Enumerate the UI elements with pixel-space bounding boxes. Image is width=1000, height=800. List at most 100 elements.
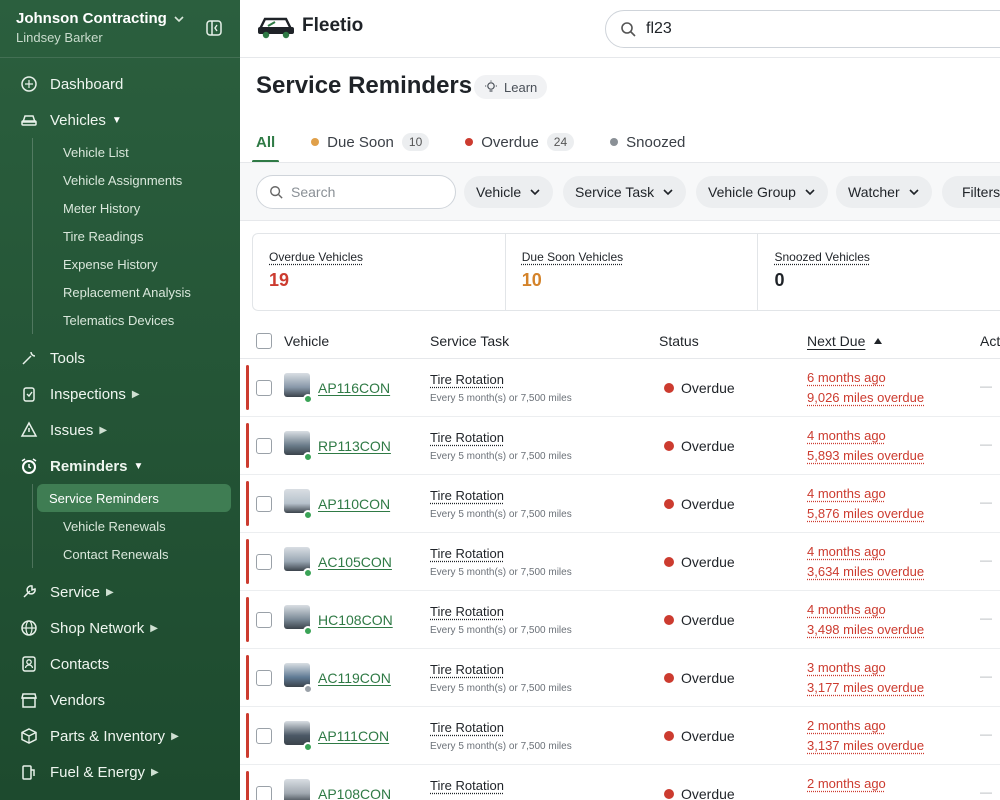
service-task-link[interactable]: Tire Rotation (430, 604, 504, 619)
next-due-miles[interactable]: 3,177 miles overdue (807, 680, 924, 695)
sidebar-item-tools[interactable]: Tools (0, 340, 240, 376)
next-due-miles[interactable]: 5,876 miles overdue (807, 506, 924, 521)
next-due-time[interactable]: 2 months ago (807, 776, 886, 791)
stat-snoozed-vehicles[interactable]: Snoozed Vehicles 0 (758, 234, 1000, 310)
row-actions[interactable]: — (980, 727, 992, 741)
service-task-filter-button[interactable]: Service Task (563, 176, 687, 208)
table-row[interactable]: AC105CON Tire Rotation Every 5 month(s) or… (240, 533, 1000, 591)
vehicle-link[interactable]: AC105CON (318, 554, 392, 570)
logo[interactable]: Fleetio (256, 13, 363, 39)
stat-due-soon-vehicles[interactable]: Due Soon Vehicles 10 (506, 234, 759, 310)
sidebar-subitem-tire-readings[interactable]: Tire Readings (45, 222, 240, 250)
service-task-link[interactable]: Tire Rotation (430, 372, 504, 387)
tab-due-soon[interactable]: Due Soon 10 (311, 122, 430, 162)
sidebar-subitem-vehicle-list[interactable]: Vehicle List (45, 138, 240, 166)
sidebar-subitem-service-reminders[interactable]: Service Reminders (37, 484, 231, 512)
row-actions[interactable]: — (980, 611, 992, 625)
sidebar-item-reminders[interactable]: Reminders ▼ (0, 448, 240, 484)
row-actions[interactable]: — (980, 495, 992, 509)
table-row[interactable]: RP113CON Tire Rotation Every 5 month(s) or… (240, 417, 1000, 475)
service-task-link[interactable]: Tire Rotation (430, 546, 504, 561)
sidebar-subitem-expense-history[interactable]: Expense History (45, 250, 240, 278)
row-actions[interactable]: — (980, 785, 992, 799)
learn-button[interactable]: Learn (474, 75, 548, 99)
next-due-time[interactable]: 4 months ago (807, 486, 886, 501)
tab-overdue[interactable]: Overdue 24 (465, 122, 575, 162)
sidebar-item-vehicles[interactable]: Vehicles ▼ (0, 102, 240, 138)
global-search-input[interactable]: fl23 (605, 10, 1000, 48)
column-next-due[interactable]: Next Due (807, 333, 883, 349)
sidebar-subitem-contact-renewals[interactable]: Contact Renewals (45, 540, 240, 568)
next-due-time[interactable]: 2 months ago (807, 718, 886, 733)
next-due-miles[interactable]: 3,634 miles overdue (807, 564, 924, 579)
table-row[interactable]: HC108CON Tire Rotation Every 5 month(s) or… (240, 591, 1000, 649)
table-row[interactable]: AP111CON Tire Rotation Every 5 month(s) or… (240, 707, 1000, 765)
sidebar-item-shop-network[interactable]: Shop Network ▶ (0, 610, 240, 646)
row-checkbox[interactable] (256, 438, 272, 454)
next-due-miles[interactable]: 3,498 miles overdue (807, 622, 924, 637)
collapse-sidebar-icon[interactable] (206, 20, 222, 36)
watcher-filter-button[interactable]: Watcher (836, 176, 932, 208)
vehicle-link[interactable]: AP110CON (318, 496, 390, 512)
vehicle-filter-button[interactable]: Vehicle (464, 176, 554, 208)
vehicle-link[interactable]: HC108CON (318, 612, 393, 628)
next-due-time[interactable]: 6 months ago (807, 370, 886, 385)
sidebar-item-dashboard[interactable]: Dashboard (0, 66, 240, 102)
column-vehicle[interactable]: Vehicle (284, 333, 329, 349)
next-due-time[interactable]: 3 months ago (807, 660, 886, 675)
service-task-link[interactable]: Tire Rotation (430, 430, 504, 445)
sidebar-subitem-replacement-analysis[interactable]: Replacement Analysis (45, 278, 240, 306)
sidebar-item-issues[interactable]: Issues ▶ (0, 412, 240, 448)
vehicle-group-filter-button[interactable]: Vehicle Group (696, 176, 828, 208)
row-actions[interactable]: — (980, 669, 992, 683)
select-all-checkbox[interactable] (256, 333, 272, 349)
next-due-miles[interactable]: 3,137 miles overdue (807, 738, 924, 753)
row-actions[interactable]: — (980, 553, 992, 567)
sidebar-subitem-meter-history[interactable]: Meter History (45, 194, 240, 222)
sidebar-item-service[interactable]: Service ▶ (0, 574, 240, 610)
table-row[interactable]: AP110CON Tire Rotation Every 5 month(s) or… (240, 475, 1000, 533)
table-search-input[interactable]: Search (256, 175, 456, 209)
table-row[interactable]: AP108CON Tire Rotation Overdue 2 months ago… (240, 765, 1000, 800)
service-task-link[interactable]: Tire Rotation (430, 778, 504, 793)
row-checkbox[interactable] (256, 670, 272, 686)
row-actions[interactable]: — (980, 437, 992, 451)
next-due-miles[interactable]: 5,893 miles overdue (807, 448, 924, 463)
row-checkbox[interactable] (256, 728, 272, 744)
row-checkbox[interactable] (256, 496, 272, 512)
sidebar-subitem-vehicle-assignments[interactable]: Vehicle Assignments (45, 166, 240, 194)
vehicle-link[interactable]: AP116CON (318, 380, 390, 396)
tab-all[interactable]: All (251, 122, 280, 163)
sidebar-item-fuel-and-energy[interactable]: Fuel & Energy ▶ (0, 754, 240, 790)
next-due-miles[interactable]: 9,026 miles overdue (807, 390, 924, 405)
next-due-time[interactable]: 4 months ago (807, 602, 886, 617)
org-switcher[interactable]: Johnson Contracting Lindsey Barker (16, 10, 185, 45)
vehicle-link[interactable]: AP108CON (318, 786, 391, 800)
sidebar-item-vendors[interactable]: Vendors (0, 682, 240, 718)
stat-overdue-vehicles[interactable]: Overdue Vehicles 19 (253, 234, 506, 310)
row-checkbox[interactable] (256, 380, 272, 396)
column-service-task[interactable]: Service Task (430, 333, 509, 349)
row-checkbox[interactable] (256, 612, 272, 628)
row-actions[interactable]: — (980, 379, 992, 393)
vehicle-link[interactable]: AP111CON (318, 728, 389, 744)
sidebar-subitem-vehicle-renewals[interactable]: Vehicle Renewals (45, 512, 240, 540)
sidebar-item-contacts[interactable]: Contacts (0, 646, 240, 682)
vehicle-link[interactable]: AC119CON (318, 670, 391, 686)
row-checkbox[interactable] (256, 554, 272, 570)
sidebar-item-inspections[interactable]: Inspections ▶ (0, 376, 240, 412)
filters-button[interactable]: Filters (942, 176, 1000, 208)
service-task-link[interactable]: Tire Rotation (430, 662, 504, 677)
table-row[interactable]: AC119CON Tire Rotation Every 5 month(s) or… (240, 649, 1000, 707)
row-checkbox[interactable] (256, 786, 272, 800)
next-due-time[interactable]: 4 months ago (807, 428, 886, 443)
service-task-link[interactable]: Tire Rotation (430, 720, 504, 735)
sidebar-subitem-telematics-devices[interactable]: Telematics Devices (45, 306, 240, 334)
table-row[interactable]: AP116CON Tire Rotation Every 5 month(s) or… (240, 359, 1000, 417)
vehicle-thumbnail[interactable] (284, 779, 310, 800)
vehicle-link[interactable]: RP113CON (318, 438, 391, 454)
sidebar-item-parts-and-inventory[interactable]: Parts & Inventory ▶ (0, 718, 240, 754)
tab-snoozed[interactable]: Snoozed (610, 122, 685, 162)
next-due-time[interactable]: 4 months ago (807, 544, 886, 559)
column-status[interactable]: Status (659, 333, 699, 349)
